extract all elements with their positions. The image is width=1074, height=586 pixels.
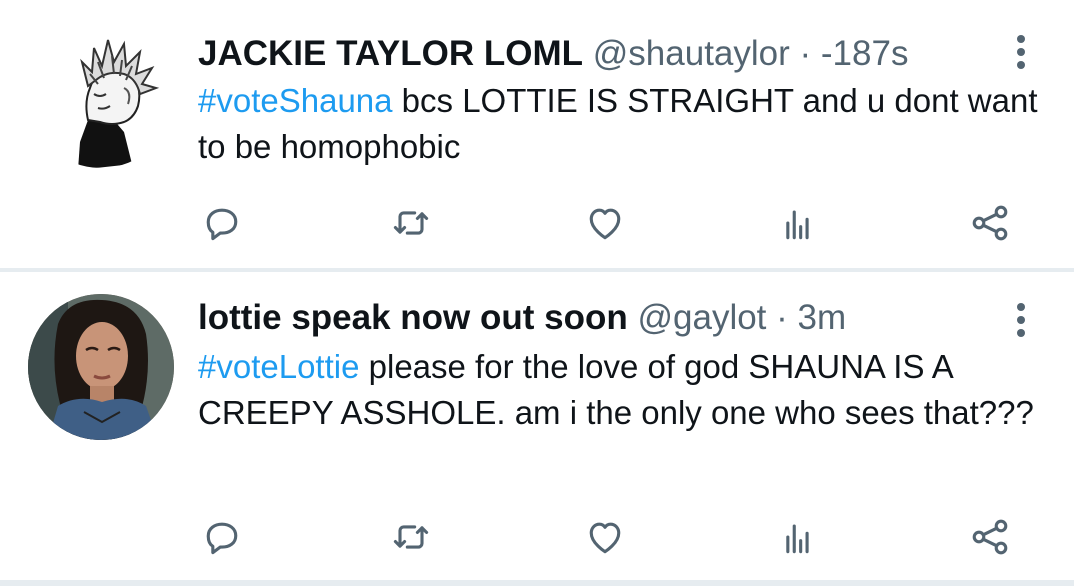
tweet-text: #voteShauna bcs LOTTIE IS STRAIGHT and u…: [198, 78, 1038, 170]
retweet-icon: [393, 525, 429, 549]
display-name[interactable]: lottie speak now out soon: [198, 298, 628, 337]
action-bar: [0, 512, 1074, 562]
like-icon: [589, 208, 621, 240]
tweet-header: lottie speak now out soon @gaylot · 3m: [198, 294, 846, 342]
avatar[interactable]: [28, 22, 174, 168]
avatar[interactable]: [28, 294, 174, 440]
like-button[interactable]: [580, 198, 630, 248]
avatar-sketch-image: [28, 22, 174, 168]
retweet-icon: [393, 211, 429, 235]
avatar-photo-image: [28, 294, 174, 440]
views-icon: [786, 210, 809, 240]
tweet[interactable]: JACKIE TAYLOR LOML @shautaylor · -187s #…: [0, 0, 1074, 268]
meta-separator: ·: [776, 298, 788, 337]
share-icon: [972, 519, 1008, 555]
reply-button[interactable]: [197, 512, 247, 562]
hashtag-link[interactable]: #voteLottie: [198, 348, 359, 385]
views-button[interactable]: [772, 198, 822, 248]
user-handle[interactable]: @shautaylor: [593, 34, 790, 73]
action-bar: [0, 198, 1074, 248]
tweet-divider: [0, 580, 1074, 586]
share-icon: [972, 205, 1008, 241]
timestamp[interactable]: -187s: [821, 34, 909, 73]
tweet[interactable]: lottie speak now out soon @gaylot · 3m #…: [0, 272, 1074, 580]
more-options-icon[interactable]: [1006, 296, 1036, 344]
more-options-icon[interactable]: [1006, 28, 1036, 76]
views-button[interactable]: [772, 512, 822, 562]
timestamp[interactable]: 3m: [798, 298, 847, 337]
hashtag-link[interactable]: #voteShauna: [198, 82, 393, 119]
user-handle[interactable]: @gaylot: [637, 298, 766, 337]
display-name[interactable]: JACKIE TAYLOR LOML: [198, 34, 583, 73]
like-button[interactable]: [580, 512, 630, 562]
meta-separator: ·: [799, 34, 812, 73]
reply-icon: [206, 522, 238, 555]
like-icon: [589, 522, 621, 554]
views-icon: [786, 524, 809, 554]
share-button[interactable]: [965, 198, 1015, 248]
reply-button[interactable]: [197, 198, 247, 248]
retweet-button[interactable]: [386, 512, 436, 562]
reply-icon: [206, 208, 238, 241]
tweet-header: JACKIE TAYLOR LOML @shautaylor · -187s: [198, 30, 908, 78]
share-button[interactable]: [965, 512, 1015, 562]
retweet-button[interactable]: [386, 198, 436, 248]
tweet-text: #voteLottie please for the love of god S…: [198, 344, 1038, 436]
